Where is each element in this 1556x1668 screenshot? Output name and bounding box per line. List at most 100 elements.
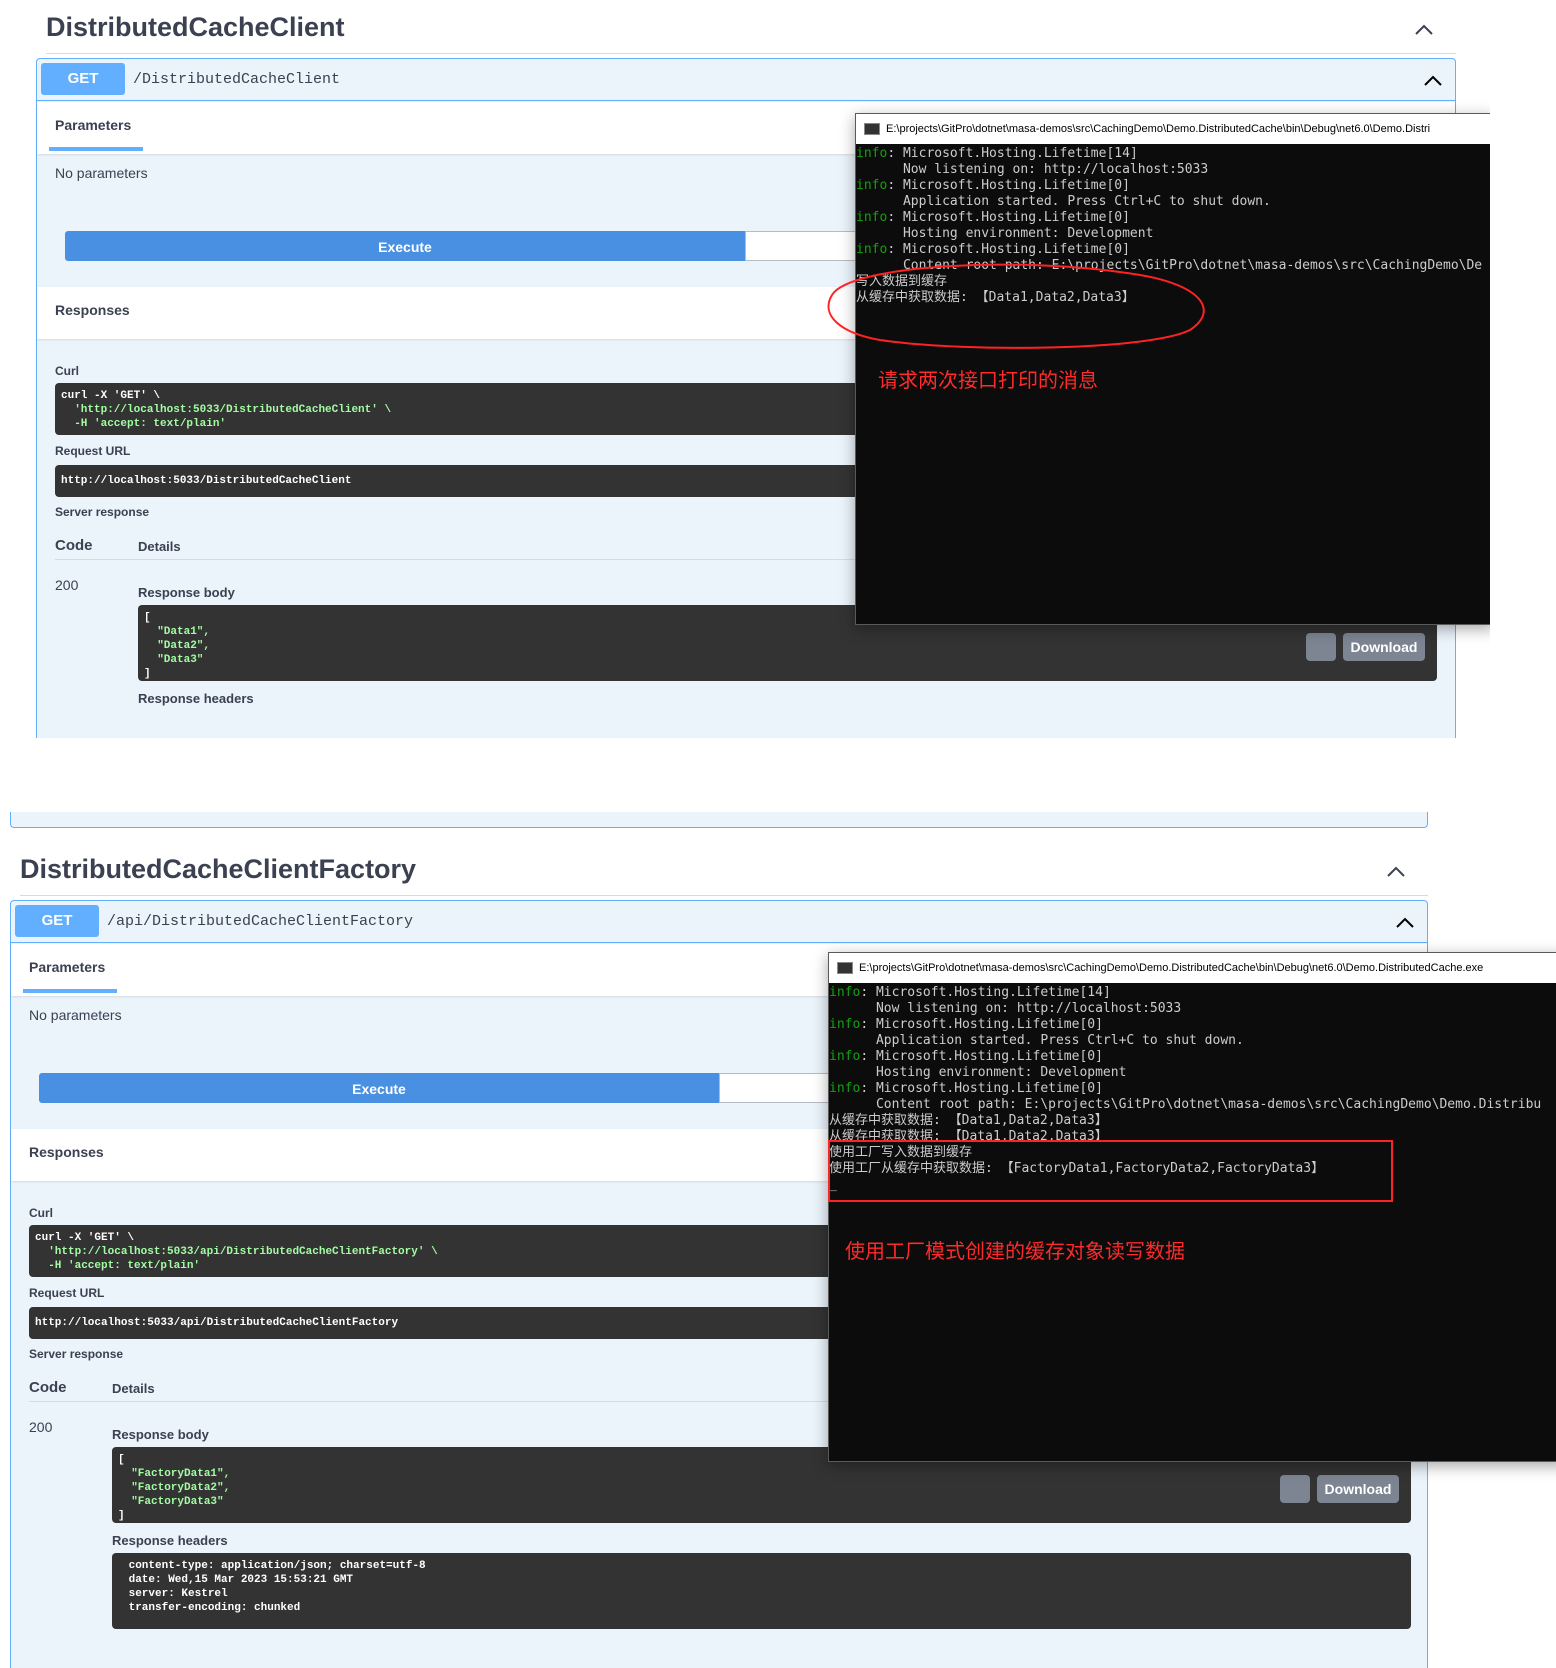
chevron-up-icon[interactable] <box>1393 911 1417 935</box>
responses-heading: Responses <box>55 302 130 318</box>
tab-parameters[interactable]: Parameters <box>29 959 105 975</box>
copy-icon[interactable] <box>1306 633 1336 661</box>
log-text: : Microsoft.Hosting.Lifetime[0] <box>860 1081 1103 1096</box>
details-column-head: Details <box>138 539 181 554</box>
endpoint-path: /DistributedCacheClient <box>133 71 341 88</box>
execute-button[interactable]: Execute <box>65 231 745 261</box>
console-line: info: Microsoft.Hosting.Lifetime[0] <box>829 1017 1556 1033</box>
download-button[interactable]: Download <box>1343 633 1425 661</box>
responses-heading: Responses <box>29 1144 104 1160</box>
endpoint-path: /api/DistributedCacheClientFactory <box>107 913 414 930</box>
log-text: : Microsoft.Hosting.Lifetime[0] <box>887 178 1130 193</box>
annotation-text: 请求两次接口打印的消息 <box>878 370 1098 392</box>
no-parameters-text: No parameters <box>29 1007 122 1023</box>
console-line: Now listening on: http://localhost:5033 <box>856 162 1490 178</box>
response-body-label: Response body <box>112 1427 209 1442</box>
previous-opblock-edge <box>10 812 1428 828</box>
log-level-tag: info <box>856 210 888 225</box>
tag-title: DistributedCacheClient <box>46 12 345 42</box>
log-text: : Microsoft.Hosting.Lifetime[0] <box>860 1049 1103 1064</box>
log-level-tag: info <box>856 178 888 193</box>
log-text: Hosting environment: Development <box>829 1065 1127 1080</box>
red-ellipse-annotation <box>827 263 1205 349</box>
console-line: info: Microsoft.Hosting.Lifetime[0] <box>829 1081 1556 1097</box>
console-line: Hosting environment: Development <box>829 1065 1556 1081</box>
chevron-up-icon[interactable] <box>1384 860 1408 884</box>
opblock-summary[interactable]: GET /DistributedCacheClient <box>37 59 1455 101</box>
log-level-tag: info <box>829 1081 861 1096</box>
request-url-label: Request URL <box>29 1286 105 1300</box>
chevron-up-icon[interactable] <box>1421 69 1445 93</box>
clear-button[interactable] <box>719 1073 839 1103</box>
body-line: "FactoryData3" <box>118 1496 224 1508</box>
console-line: Application started. Press Ctrl+C to shu… <box>856 194 1490 210</box>
log-text: Now listening on: http://localhost:5033 <box>856 162 1209 177</box>
status-code: 200 <box>29 1419 53 1435</box>
body-line: "Data3" <box>144 654 204 666</box>
log-text: Application started. Press Ctrl+C to shu… <box>856 194 1271 209</box>
console-line: Hosting environment: Development <box>856 226 1490 242</box>
method-badge: GET <box>41 63 125 95</box>
log-text: : Microsoft.Hosting.Lifetime[0] <box>860 1017 1103 1032</box>
no-parameters-text: No parameters <box>55 165 148 181</box>
swagger-panel-top: DistributedCacheClient GET /DistributedC… <box>0 0 1490 738</box>
console-line: info: Microsoft.Hosting.Lifetime[14] <box>829 985 1556 1001</box>
tab-underline <box>23 989 117 993</box>
opblock-summary[interactable]: GET /api/DistributedCacheClientFactory <box>11 901 1427 943</box>
details-column-head: Details <box>112 1381 155 1396</box>
console-line: 从缓存中获取数据: 【Data1,Data2,Data3】 <box>829 1113 1556 1129</box>
body-line: ] <box>118 1510 125 1522</box>
log-level-tag: info <box>829 1017 861 1032</box>
log-text: 从缓存中获取数据: 【Data1,Data2,Data3】 <box>829 1113 1108 1128</box>
console-line: Application started. Press Ctrl+C to shu… <box>829 1033 1556 1049</box>
console-line: info: Microsoft.Hosting.Lifetime[0] <box>856 178 1490 194</box>
code-column-head: Code <box>55 537 93 554</box>
tag-header[interactable]: DistributedCacheClient <box>46 0 1456 54</box>
response-headers: content-type: application/json; charset=… <box>112 1553 1411 1629</box>
response-headers-label: Response headers <box>112 1533 228 1548</box>
header-line: date: Wed,15 Mar 2023 15:53:21 GMT <box>122 1574 354 1586</box>
chevron-up-icon[interactable] <box>1412 18 1436 42</box>
console-output: info: Microsoft.Hosting.Lifetime[14] Now… <box>829 983 1556 1461</box>
console-title: E:\projects\GitPro\dotnet\masa-demos\src… <box>829 953 1556 983</box>
console-line: info: Microsoft.Hosting.Lifetime[0] <box>856 210 1490 226</box>
execute-button[interactable]: Execute <box>39 1073 719 1103</box>
body-line: "FactoryData2", <box>118 1482 231 1494</box>
log-text: Now listening on: http://localhost:5033 <box>829 1001 1182 1016</box>
header-line: transfer-encoding: chunked <box>122 1602 301 1614</box>
console-line: info: Microsoft.Hosting.Lifetime[14] <box>856 146 1490 162</box>
copy-icon[interactable] <box>1280 1475 1310 1503</box>
log-level-tag: info <box>829 1049 861 1064</box>
response-body-label: Response body <box>138 585 235 600</box>
server-response-label: Server response <box>29 1347 124 1361</box>
body-line: ] <box>144 668 151 680</box>
red-box-annotation <box>828 1140 1393 1202</box>
swagger-panel-bottom: DistributedCacheClientFactory GET /api/D… <box>0 812 1556 1668</box>
header-line: server: Kestrel <box>122 1588 228 1600</box>
log-text: : Microsoft.Hosting.Lifetime[14] <box>887 146 1138 161</box>
body-line: "Data2", <box>144 640 211 652</box>
log-text: : Microsoft.Hosting.Lifetime[0] <box>887 210 1130 225</box>
log-level-tag: info <box>856 146 888 161</box>
console-title: E:\projects\GitPro\dotnet\masa-demos\src… <box>856 114 1490 144</box>
download-button[interactable]: Download <box>1317 1475 1399 1503</box>
tab-underline <box>49 147 143 151</box>
log-text: Hosting environment: Development <box>856 226 1154 241</box>
tab-parameters[interactable]: Parameters <box>55 117 131 133</box>
console-line: info: Microsoft.Hosting.Lifetime[0] <box>829 1049 1556 1065</box>
body-line: "FactoryData1", <box>118 1468 231 1480</box>
header-line: content-type: application/json; charset=… <box>122 1560 426 1572</box>
tag-title: DistributedCacheClientFactory <box>20 854 417 884</box>
code-column-head: Code <box>29 1379 67 1396</box>
request-url-label: Request URL <box>55 444 131 458</box>
status-code: 200 <box>55 577 79 593</box>
log-level-tag: info <box>829 985 861 1000</box>
tag-header[interactable]: DistributedCacheClientFactory <box>20 842 1428 896</box>
method-badge: GET <box>15 905 99 937</box>
response-headers-label: Response headers <box>138 691 254 706</box>
curl-label: Curl <box>29 1206 53 1220</box>
log-text: Application started. Press Ctrl+C to shu… <box>829 1033 1244 1048</box>
curl-label: Curl <box>55 364 79 378</box>
log-text: Content root path: E:\projects\GitPro\do… <box>829 1097 1542 1112</box>
console-window: E:\projects\GitPro\dotnet\masa-demos\src… <box>828 952 1556 1462</box>
